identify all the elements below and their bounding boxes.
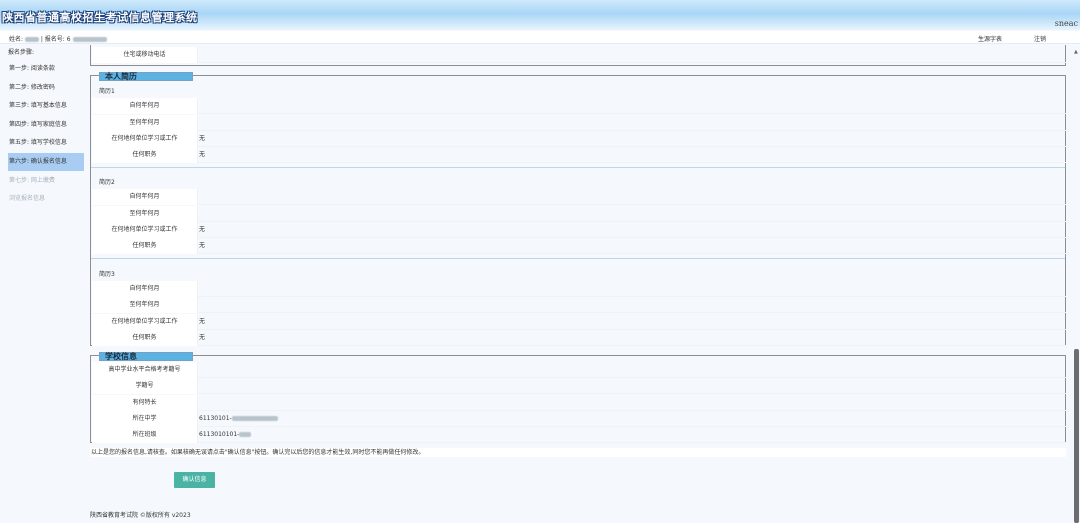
table-row: 自何年何月 (92, 189, 1066, 205)
field-value: 无 (199, 318, 206, 325)
redacted-school-name (231, 416, 278, 421)
system-title: 陕西省普通高校招生考试信息管理系统 (2, 11, 198, 24)
field-label: 至何年何月 (92, 115, 198, 131)
field-label: 自何年何月 (92, 98, 198, 114)
field-label: 所在班级 (92, 427, 198, 443)
step-change-password[interactable]: 第二步: 修改密码 (8, 79, 84, 97)
name-label: 姓名: (9, 36, 24, 43)
field-label: 在何地何单位学习或工作 (92, 314, 198, 330)
school-section: 学校信息 高中学业水平合格考考籍号 学籍号 有何特长 所在中学 61130101… (90, 352, 1066, 443)
divider (91, 258, 1065, 259)
user-info: 姓名: | 报名号: 6 (9, 34, 107, 43)
table-row: 学籍号 (92, 378, 1066, 394)
resume-entry-title: 简历2 (99, 179, 115, 186)
resume-legend: 本人简历 (99, 72, 193, 81)
vertical-scrollbar[interactable]: ▲ (1072, 45, 1080, 523)
school-legend-text: 学校信息 (105, 352, 137, 361)
field-label: 在何地何单位学习或工作 (92, 131, 198, 147)
table-row: 自何年何月 (92, 281, 1066, 297)
field-value: 无 (199, 151, 206, 158)
step-read-terms[interactable]: 第一步: 阅读条款 (8, 60, 84, 78)
redacted-class-name (239, 432, 252, 437)
table-row: 在何地何单位学习或工作 无 (92, 131, 1066, 147)
table-row: 至何年何月 (92, 115, 1066, 131)
field-label: 学籍号 (92, 378, 198, 394)
divider (91, 167, 1065, 168)
redacted-registration-number (72, 37, 107, 42)
field-label: 至何年何月 (92, 206, 198, 222)
table-row: 至何年何月 (92, 297, 1066, 313)
resume-entry-title: 简历1 (99, 88, 115, 95)
table-row: 所在中学 61130101- (92, 411, 1066, 427)
field-label: 所在中学 (92, 411, 198, 427)
field-label: 高中学业水平合格考考籍号 (92, 362, 198, 378)
field-label: 至何年何月 (92, 297, 198, 313)
table-row: 至何年何月 (92, 206, 1066, 222)
table-row: 所在班级 6113010101- (92, 427, 1066, 443)
field-label: 任何职务 (92, 330, 198, 346)
field-label: 任何职务 (92, 238, 198, 254)
step-confirm-info[interactable]: 第六步: 确认报名信息 (8, 153, 84, 171)
field-label: 自何年何月 (92, 281, 198, 297)
resume-entry-title: 简历3 (99, 271, 115, 278)
table-row: 任何职务 无 (92, 147, 1066, 163)
field-value: 6113010101- (199, 427, 252, 443)
table-row: 自何年何月 (92, 98, 1066, 114)
field-label: 自何年何月 (92, 189, 198, 205)
phone-row: 住宅或移动电话 (92, 47, 1066, 63)
resume-legend-text: 本人简历 (105, 72, 137, 81)
registration-number-label: | 报名号: (40, 36, 65, 43)
field-label: 在何地何单位学习或工作 (92, 222, 198, 238)
redacted-name (24, 37, 39, 42)
resume-section: 本人简历 简历1 自何年何月 至何年何月 在何地何单位学习或工作 无 任何职务 … (90, 72, 1066, 346)
table-row: 任何职务 无 (92, 238, 1066, 254)
steps-title: 报名步骤: (8, 49, 35, 56)
table-row: 有何特长 (92, 395, 1066, 411)
confirmation-notice: 以上是您的报名信息,请核查。如果核确无误请点击"确认信息"按钮。确认完以后您的信… (90, 448, 1066, 457)
header-banner: 陕西省普通高校招生考试信息管理系统 sneac (0, 0, 1080, 30)
school-legend: 学校信息 (99, 352, 193, 361)
table-row: 在何地何单位学习或工作 无 (92, 314, 1066, 330)
logout-link[interactable]: 注销 (1034, 34, 1046, 43)
school-code: 61130101- (199, 415, 232, 422)
field-label: 任何职务 (92, 147, 198, 163)
steps-sidebar: 报名步骤: 第一步: 阅读条款 第二步: 修改密码 第三步: 填写基本信息 第四… (0, 45, 86, 225)
table-row: 高中学业水平合格考考籍号 (92, 362, 1066, 378)
field-value: 61130101- (199, 411, 278, 427)
step-browse-info: 浏览报名信息 (9, 195, 46, 202)
step-family-info[interactable]: 第四步: 填写家庭信息 (8, 116, 84, 134)
table-row: 任何职务 无 (92, 330, 1066, 346)
field-value: 无 (199, 334, 206, 341)
print-form-link[interactable]: 生源字表 (978, 34, 1002, 43)
step-basic-info[interactable]: 第三步: 填写基本信息 (8, 97, 84, 115)
field-value: 无 (199, 242, 206, 249)
scroll-up-arrow-icon[interactable]: ▲ (1074, 50, 1078, 55)
scrollbar-thumb[interactable] (1074, 349, 1079, 523)
step-online-payment: 第七步: 网上缴费 (9, 177, 55, 184)
class-code: 6113010101- (199, 431, 240, 438)
copyright-footer: 陕西省教育考试院 ©版权所有 v2023 (90, 512, 191, 519)
phone-label: 住宅或移动电话 (92, 47, 198, 63)
field-label: 有何特长 (92, 395, 198, 411)
brand-logo-text: sneac (1054, 19, 1078, 28)
step-school-info[interactable]: 第五步: 填写学校信息 (8, 134, 84, 152)
table-row: 在何地何单位学习或工作 无 (92, 222, 1066, 238)
user-info-bar: 姓名: | 报名号: 6 生源字表 注销 (0, 31, 1080, 44)
confirm-info-button[interactable]: 确认信息 (174, 472, 215, 488)
registration-number-prefix: 6 (66, 36, 71, 43)
field-value: 无 (199, 135, 206, 142)
contact-section-fragment: 住宅或移动电话 (90, 45, 1066, 66)
field-value: 无 (199, 226, 206, 233)
